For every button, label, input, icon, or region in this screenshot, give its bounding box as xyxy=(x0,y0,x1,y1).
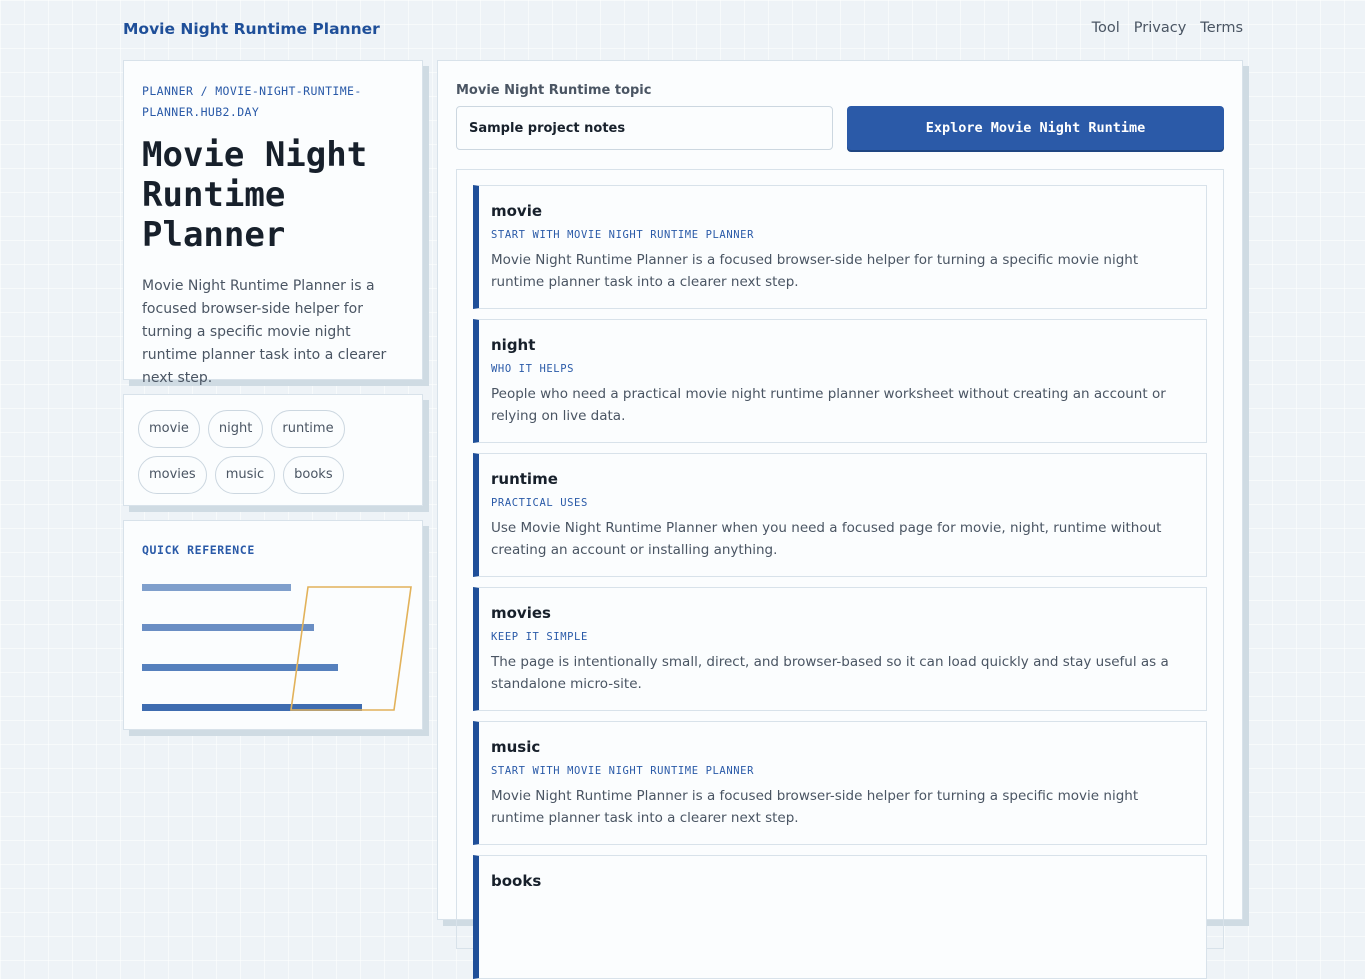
quick-reference-illustration xyxy=(142,584,412,711)
result-title: runtime xyxy=(491,470,558,488)
result-card: night WHO IT HELPS People who need a pra… xyxy=(473,319,1207,443)
tag-chip-music[interactable]: music xyxy=(214,456,276,494)
tag-chip-books[interactable]: books xyxy=(283,456,344,494)
tool-panel: Movie Night Runtime topic Explore Movie … xyxy=(437,60,1243,979)
result-body: People who need a practical movie night … xyxy=(491,386,1166,424)
result-tag: START WITH MOVIE NIGHT RUNTIME PLANNER xyxy=(491,765,755,777)
reference-bar-2 xyxy=(142,624,314,631)
topic-input[interactable] xyxy=(456,106,833,150)
quick-reference-card: QUICK REFERENCE xyxy=(123,520,423,730)
tag-list: movie night runtime movies music books xyxy=(138,410,408,494)
breadcrumb: PLANNER / MOVIE-NIGHT-RUNTIME-PLANNER.HU… xyxy=(142,84,362,119)
tag-chip-movie[interactable]: movie xyxy=(138,410,200,448)
result-tag: PRACTICAL USES xyxy=(491,497,588,509)
result-body: Movie Night Runtime Planner is a focused… xyxy=(491,788,1139,826)
nav-privacy-link[interactable]: Privacy xyxy=(1134,20,1187,36)
result-card: runtime PRACTICAL USES Use Movie Night R… xyxy=(473,453,1207,577)
topic-label: Movie Night Runtime topic xyxy=(456,83,652,98)
result-body: Use Movie Night Runtime Planner when you… xyxy=(491,520,1162,558)
result-card: music START WITH MOVIE NIGHT RUNTIME PLA… xyxy=(473,721,1207,845)
topic-form: Explore Movie Night Runtime xyxy=(456,106,1224,150)
result-tag: START WITH MOVIE NIGHT RUNTIME PLANNER xyxy=(491,229,755,241)
reference-bar-3 xyxy=(142,664,338,671)
reference-frame-shape xyxy=(290,586,412,711)
top-nav: Tool Privacy Terms xyxy=(1092,20,1243,36)
nav-tool-link[interactable]: Tool xyxy=(1092,20,1120,36)
result-title: books xyxy=(491,872,542,890)
result-card: books xyxy=(473,855,1207,979)
result-card: movies KEEP IT SIMPLE The page is intent… xyxy=(473,587,1207,711)
brand-link[interactable]: Movie Night Runtime Planner xyxy=(123,20,380,38)
page-title: Movie Night Runtime Planner xyxy=(142,135,368,255)
result-title: music xyxy=(491,738,541,756)
result-body: The page is intentionally small, direct,… xyxy=(491,654,1169,692)
intro-card: PLANNER / MOVIE-NIGHT-RUNTIME-PLANNER.HU… xyxy=(123,60,423,386)
result-tag: KEEP IT SIMPLE xyxy=(491,631,588,643)
result-card: movie START WITH MOVIE NIGHT RUNTIME PLA… xyxy=(473,185,1207,309)
reference-bar-1 xyxy=(142,584,291,591)
intro-description: Movie Night Runtime Planner is a focused… xyxy=(142,278,387,386)
tags-card: movie night runtime movies music books xyxy=(123,394,423,506)
nav-terms-link[interactable]: Terms xyxy=(1200,20,1243,36)
result-tag: WHO IT HELPS xyxy=(491,363,575,375)
tag-chip-night[interactable]: night xyxy=(207,410,264,448)
tag-chip-movies[interactable]: movies xyxy=(138,456,207,494)
result-title: movies xyxy=(491,604,551,622)
result-title: night xyxy=(491,336,536,354)
explore-button[interactable]: Explore Movie Night Runtime xyxy=(847,106,1224,150)
result-title: movie xyxy=(491,202,543,220)
result-body: Movie Night Runtime Planner is a focused… xyxy=(491,252,1139,290)
results-list: movie START WITH MOVIE NIGHT RUNTIME PLA… xyxy=(456,169,1224,979)
tag-chip-runtime[interactable]: runtime xyxy=(271,410,345,448)
